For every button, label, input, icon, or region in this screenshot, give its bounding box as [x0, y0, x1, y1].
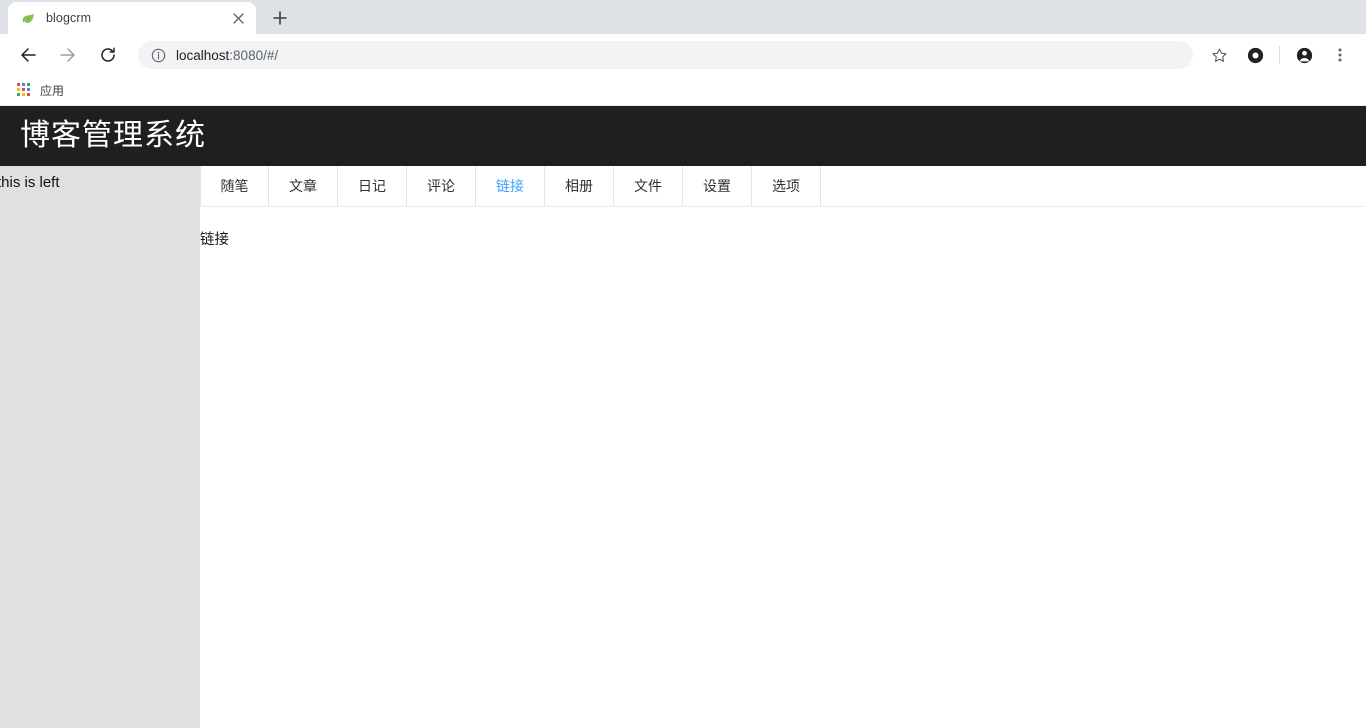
url-text: localhost:8080/#/ [176, 48, 278, 63]
forward-button[interactable] [53, 40, 83, 70]
url-host: localhost [176, 47, 230, 63]
toolbar-divider [1279, 46, 1280, 64]
tab-pinglun[interactable]: 评论 [407, 166, 476, 206]
browser-tab-strip: blogcrm [0, 0, 1366, 34]
tab-xiangce[interactable]: 相册 [545, 166, 614, 206]
tab-panel-lianjie: 链接 [200, 207, 1366, 728]
bookmark-label: 应用 [40, 84, 65, 98]
tab-wenzhang[interactable]: 文章 [269, 166, 338, 206]
content-text: 链接 [200, 232, 229, 248]
chrome-menu-icon[interactable] [1325, 40, 1355, 70]
bookmark-item-apps[interactable]: 应用 [10, 79, 71, 102]
leaf-icon [20, 10, 36, 26]
tab-bar-filler [821, 166, 1366, 206]
close-icon[interactable] [228, 8, 248, 28]
browser-toolbar: localhost:8080/#/ [0, 34, 1366, 76]
tab-lianjie[interactable]: 链接 [476, 166, 545, 206]
tab-suibi[interactable]: 随笔 [200, 166, 269, 206]
tab-riji[interactable]: 日记 [338, 166, 407, 206]
profile-avatar-icon[interactable] [1289, 40, 1319, 70]
tab-xuanxiang[interactable]: 选项 [752, 166, 821, 206]
extension-circle-icon[interactable] [1240, 40, 1270, 70]
back-button[interactable] [13, 40, 43, 70]
bookmarks-bar: 应用 [0, 76, 1366, 106]
browser-tab-title: blogcrm [46, 11, 92, 25]
page-viewport: 博客管理系统 this is left 随笔 文章 日记 评论 链接 相册 文件… [0, 106, 1366, 728]
tab-wenjian[interactable]: 文件 [614, 166, 683, 206]
address-bar[interactable]: localhost:8080/#/ [138, 41, 1193, 69]
url-path: :8080/#/ [229, 47, 279, 63]
sidebar-text: this is left [0, 174, 60, 191]
apps-grid-icon [17, 83, 32, 98]
browser-window: blogcrm localhost:8080/#/ 应用 博客管理系统 this… [0, 0, 1366, 728]
page-title: 博客管理系统 [20, 119, 206, 152]
reload-button[interactable] [93, 40, 123, 70]
sidebar: this is left [0, 166, 200, 728]
new-tab-button[interactable] [266, 4, 294, 32]
browser-tab-blogcrm[interactable]: blogcrm [8, 2, 256, 34]
tab-shezhi[interactable]: 设置 [683, 166, 752, 206]
bookmark-star-icon[interactable] [1204, 40, 1234, 70]
main-content: 随笔 文章 日记 评论 链接 相册 文件 设置 选项 链接 [200, 166, 1366, 728]
tab-bar: 随笔 文章 日记 评论 链接 相册 文件 设置 选项 [200, 166, 1366, 207]
page-info-icon[interactable] [150, 47, 166, 63]
app-body: this is left 随笔 文章 日记 评论 链接 相册 文件 设置 选项 … [0, 166, 1366, 728]
app-header: 博客管理系统 [0, 106, 1366, 166]
